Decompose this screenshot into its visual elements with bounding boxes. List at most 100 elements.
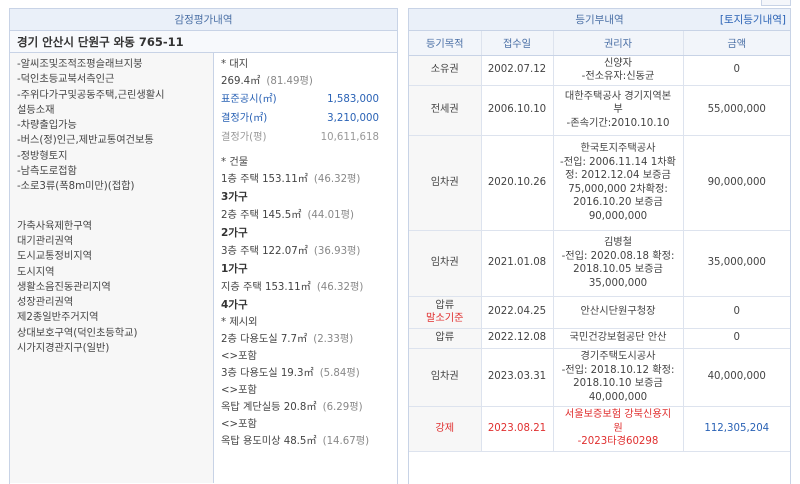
excluded-note: <>포함 — [221, 385, 257, 396]
floor-desc: 1층 주택 153.11㎡ — [221, 174, 308, 185]
excluded-pyeong: (2.33평) — [313, 334, 354, 345]
holder-line: 정: 2012.12.04 보증금 — [565, 170, 671, 181]
holder-line: 2018.10.05 보증금 — [573, 264, 663, 275]
col-holder: 권리자 — [553, 31, 684, 56]
location-note: -소로3류(폭8m미만)(접합) — [17, 181, 135, 193]
holder-line: 국민건강보험공단 안산 — [569, 332, 667, 344]
row-date: 2023.03.31 — [481, 348, 554, 407]
appraised-pyeong-row: 결정가(평) 10,611,618 — [221, 132, 379, 143]
location-note: -덕인초등교북서측인근 — [17, 74, 115, 86]
purpose-text: 임차권 — [430, 176, 459, 188]
holder-line: 경기주택도시공사 — [580, 351, 656, 362]
building-header: * 건물 — [221, 157, 249, 168]
holder-line: 대한주택공사 경기지역본 — [564, 90, 672, 102]
zoning-item: 상대보호구역(덕인초등학교) — [17, 327, 138, 339]
row-amount: 112,305,204 — [683, 406, 790, 452]
excluded-pyeong: (5.84평) — [319, 368, 360, 379]
floor-family: 1가구 — [221, 263, 248, 275]
row-date: 2020.10.26 — [481, 135, 554, 231]
excluded-desc: 2층 다용도실 7.7㎡ — [221, 334, 308, 345]
floor-desc: 2층 주택 145.5㎡ — [221, 210, 302, 221]
row-date: 2023.08.21 — [481, 406, 554, 452]
excluded-desc: 3층 다용도실 19.3㎡ — [221, 368, 314, 379]
holder-line: 한국토지주택공사 — [580, 143, 656, 154]
table-row: 임차권 2020.10.26 한국토지주택공사 -전입: 2006.11.14 1차확… — [409, 135, 790, 231]
row-holder: 경기주택도시공사 -전입: 2018.10.12 확정: 2018.10.10 보증… — [553, 348, 684, 407]
floor-pyeong: (46.32평) — [313, 174, 361, 185]
table-row: 강제 2023.08.21 서울보증보험 강북신용지 원 -2023타경60298 112… — [409, 406, 790, 452]
row-purpose: 소유권 — [409, 55, 482, 86]
row-amount: 40,000,000 — [683, 348, 790, 407]
excluded-pyeong: (6.29평) — [322, 402, 363, 413]
zoning-item: 도시지역 — [17, 266, 55, 278]
row-amount: 55,000,000 — [683, 85, 790, 136]
holder-line: -전입: 2020.08.18 확정: — [561, 250, 675, 262]
holder-line: -2023타경60298 — [577, 436, 659, 448]
appraisal-panel-title: 감정평가내역 — [10, 9, 397, 31]
col-date: 접수일 — [481, 31, 554, 56]
table-row: 소유권 2002.07.12 신양자 -전소유자:신동균 0 — [409, 55, 790, 86]
holder-line: -전소유자:신동균 — [581, 71, 655, 82]
building-floor: 3층 주택 122.07㎡ (36.93평) — [221, 243, 397, 260]
purpose-text: 전세권 — [430, 104, 459, 116]
table-row: 압류 말소기준 2022.04.25 안산시단원구청장 0 — [409, 296, 790, 329]
floor-desc: 3층 주택 122.07㎡ — [221, 246, 308, 257]
row-purpose: 임차권 — [409, 135, 482, 231]
registry-table: 등기목적 접수일 권리자 금액 소유권 2002.07.12 신양자 -전소유자:신동… — [409, 31, 790, 452]
floor-pyeong: (46.32평) — [316, 282, 364, 293]
col-purpose: 등기목적 — [409, 31, 482, 56]
holder-line: 안산시단원구청장 — [580, 306, 656, 318]
holder-line: 김병철 — [603, 237, 633, 248]
holder-line: 35,000,000 — [588, 277, 648, 289]
row-holder: 대한주택공사 경기지역본 부 -존속기간:2010.10.10 — [553, 85, 684, 136]
registry-panel-title: 등기부내역 — [575, 14, 624, 26]
floor-pyeong: (36.93평) — [313, 246, 361, 257]
row-holder: 국민건강보험공단 안산 — [553, 328, 684, 349]
top-corner-button[interactable] — [761, 0, 791, 6]
holder-line: -전입: 2018.10.12 확정: — [561, 364, 675, 376]
floor-family: 2가구 — [221, 227, 248, 239]
registry-panel: 등기부내역 [토지등기내역] 등기목적 접수일 권리자 금액 소유권 2002.0… — [408, 8, 791, 484]
row-date: 2022.12.08 — [481, 328, 554, 349]
holder-line: 75,000,000 2차확정: — [568, 183, 668, 195]
location-note: -버스(정)인근,제반교통여건보통 — [17, 135, 154, 147]
row-holder: 김병철 -전입: 2020.08.18 확정: 2018.10.05 보증금 35,0… — [553, 230, 684, 297]
floor-desc: 지층 주택 153.11㎡ — [221, 282, 311, 293]
row-date: 2022.04.25 — [481, 296, 554, 329]
holder-line: 90,000,000 — [588, 210, 648, 222]
purpose-note: 말소기준 — [426, 313, 464, 324]
building-floor: 2층 주택 145.5㎡ (44.01평) — [221, 207, 397, 224]
table-row: 임차권 2021.01.08 김병철 -전입: 2020.08.18 확정: 2018.… — [409, 230, 790, 297]
row-date: 2002.07.12 — [481, 55, 554, 86]
zoning-item: 대기관리권역 — [17, 235, 74, 247]
holder-line: 2018.10.10 보증금 — [573, 378, 663, 389]
holder-line: -전입: 2006.11.14 1차확 — [560, 156, 676, 168]
holder-line: 서울보증보험 강북신용지 — [564, 409, 672, 421]
row-holder: 한국토지주택공사 -전입: 2006.11.14 1차확정: 2012.12.04… — [553, 135, 684, 231]
excluded-item: 2층 다용도실 7.7㎡ (2.33평) — [221, 331, 397, 348]
land-registry-link[interactable]: [토지등기내역] — [720, 9, 786, 31]
row-purpose: 전세권 — [409, 85, 482, 136]
row-amount: 90,000,000 — [683, 135, 790, 231]
excluded-header: * 제시외 — [221, 317, 258, 328]
row-amount: 35,000,000 — [683, 230, 790, 297]
purpose-text: 강제 — [435, 422, 455, 434]
purpose-text: 압류 — [435, 332, 455, 344]
row-amount: 0 — [683, 55, 790, 86]
excluded-item: 옥탑 용도미상 48.5㎡ (14.67평) — [221, 433, 397, 450]
excluded-note: <>포함 — [221, 351, 257, 362]
holder-line: 신양자 — [603, 57, 633, 69]
row-purpose: 압류 — [409, 328, 482, 349]
land-header: * 대지 — [221, 59, 249, 70]
row-amount: 0 — [683, 296, 790, 329]
location-note: -차량출입가능 — [17, 120, 77, 132]
table-row: 압류 2022.12.08 국민건강보험공단 안산 0 — [409, 328, 790, 349]
excluded-desc: 옥탑 용도미상 48.5㎡ — [221, 436, 317, 447]
excluded-item: 3층 다용도실 19.3㎡ (5.84평) — [221, 365, 397, 382]
floor-family: 3가구 — [221, 191, 248, 203]
purpose-text: 소유권 — [430, 64, 459, 76]
row-holder: 신양자 -전소유자:신동균 — [553, 55, 684, 86]
excluded-desc: 옥탑 계단실등 20.8㎡ — [221, 402, 317, 413]
zoning-item: 가축사육제한구역 — [17, 220, 92, 232]
row-date: 2021.01.08 — [481, 230, 554, 297]
